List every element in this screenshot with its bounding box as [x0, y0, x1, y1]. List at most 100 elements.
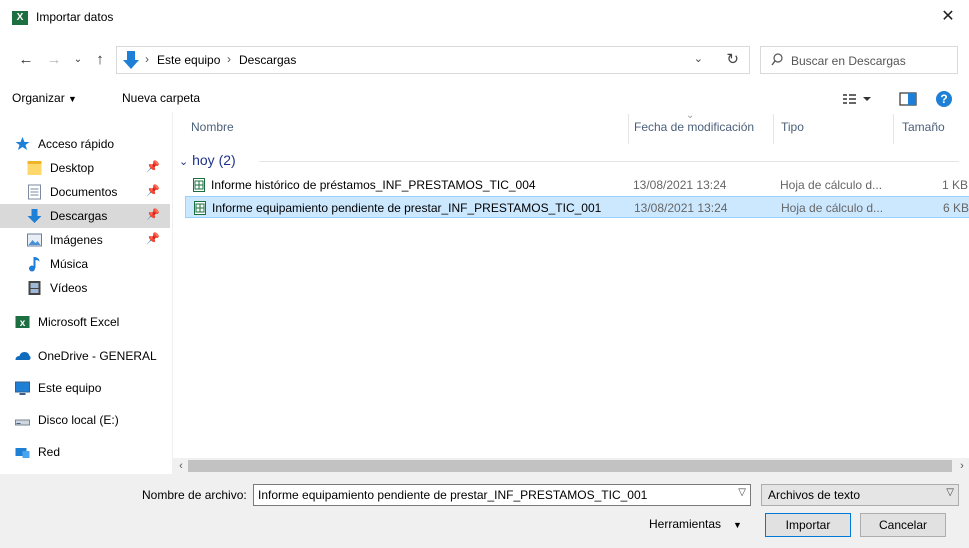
refresh-icon[interactable]: ↻: [726, 50, 739, 68]
sidebar-item-musica[interactable]: Música: [0, 252, 170, 276]
sidebar-item-label: Imágenes: [50, 233, 103, 247]
sidebar-item-onedrive[interactable]: OneDrive - GENERAL: [0, 344, 170, 368]
sidebar-item-desktop[interactable]: Desktop 📌: [0, 156, 170, 180]
scrollbar-thumb[interactable]: [188, 460, 952, 472]
forward-button[interactable]: →: [44, 48, 64, 72]
breadcrumb-este-equipo[interactable]: Este equipo: [157, 53, 220, 67]
file-modified: 13/08/2021 13:24: [634, 201, 728, 215]
recent-locations-button[interactable]: ⌄: [68, 48, 88, 72]
file-name: Informe equipamiento pendiente de presta…: [212, 201, 602, 215]
sidebar-item-label: Microsoft Excel: [38, 315, 120, 329]
onedrive-icon: [15, 352, 31, 360]
view-options: ?: [843, 91, 952, 107]
star-icon: [15, 137, 30, 150]
preview-pane-icon[interactable]: [899, 92, 917, 106]
scroll-left-icon[interactable]: ‹: [174, 458, 188, 474]
address-dropdown-icon[interactable]: ⌄: [694, 52, 703, 65]
svg-text:x: x: [20, 318, 26, 329]
column-header-name[interactable]: Nombre: [191, 120, 234, 134]
command-toolbar: Organizar ▼ Nueva carpeta ?: [0, 84, 969, 114]
folder-icon: [27, 161, 42, 175]
drive-icon: [15, 419, 30, 426]
search-icon: [771, 53, 783, 66]
tools-label: Herramientas: [649, 517, 722, 531]
pin-icon[interactable]: 📌: [146, 184, 160, 197]
filename-label: Nombre de archivo:: [142, 488, 247, 502]
tools-button[interactable]: Herramientas ▼: [649, 517, 742, 531]
close-button[interactable]: ✕: [937, 6, 959, 28]
chevron-down-icon: ⌄: [179, 156, 189, 168]
pin-icon[interactable]: 📌: [146, 232, 160, 245]
navigation-pane: Acceso rápido Desktop 📌 Documentos 📌 Des…: [0, 118, 172, 472]
group-header-hoy[interactable]: ⌄ hoy (2): [179, 152, 236, 168]
address-row: ← → ⌄ ↑ › Este equipo › Descargas ⌄ ↻: [0, 44, 969, 76]
sidebar-item-label: Red: [38, 445, 61, 459]
pictures-icon: [27, 233, 42, 247]
change-view-icon[interactable]: [843, 94, 871, 104]
back-button[interactable]: ←: [16, 48, 36, 72]
downloads-icon: [123, 51, 139, 69]
sidebar-item-descargas[interactable]: Descargas 📌: [0, 204, 170, 228]
column-divider[interactable]: [773, 114, 774, 144]
sidebar-item-label: OneDrive - GENERAL: [38, 349, 157, 363]
sidebar-item-label: Este equipo: [38, 381, 102, 395]
breadcrumb-separator: ›: [145, 52, 149, 66]
filetype-select[interactable]: Archivos de texto ▽: [761, 484, 959, 506]
filetype-value: Archivos de texto: [768, 488, 861, 502]
window-title: Importar datos: [36, 10, 114, 24]
column-header-type[interactable]: Tipo: [781, 120, 804, 134]
sidebar-item-documentos[interactable]: Documentos 📌: [0, 180, 170, 204]
sidebar-item-acceso-rapido[interactable]: Acceso rápido: [0, 132, 170, 156]
pin-icon[interactable]: 📌: [146, 208, 160, 221]
sidebar-item-label: Vídeos: [50, 281, 88, 295]
downloads-icon: [27, 209, 42, 223]
documents-icon: [28, 184, 41, 200]
address-bar[interactable]: › Este equipo › Descargas ⌄ ↻: [116, 46, 750, 74]
excel-icon: x: [15, 316, 30, 329]
sidebar-item-disco-local[interactable]: Disco local (E:): [0, 408, 170, 432]
file-size: 1 KB: [941, 178, 968, 192]
file-row[interactable]: Informe equipamiento pendiente de presta…: [185, 196, 969, 218]
column-divider[interactable]: [628, 114, 629, 144]
music-icon: [29, 257, 40, 272]
chevron-down-icon[interactable]: ▽: [738, 487, 746, 498]
organize-button[interactable]: Organizar ▼: [12, 91, 77, 105]
sidebar-item-label: Disco local (E:): [38, 413, 119, 427]
dialog-footer: Nombre de archivo: ▽ Archivos de texto ▽…: [0, 474, 969, 548]
new-folder-button[interactable]: Nueva carpeta: [122, 91, 200, 105]
search-box[interactable]: [760, 46, 958, 74]
import-button[interactable]: Importar: [765, 513, 851, 537]
sidebar-item-label: Descargas: [50, 209, 108, 223]
sidebar-item-videos[interactable]: Vídeos: [0, 276, 170, 300]
videos-icon: [28, 281, 41, 295]
help-icon[interactable]: ?: [936, 91, 952, 107]
pin-icon[interactable]: 📌: [146, 160, 160, 173]
horizontal-scrollbar[interactable]: ‹ ›: [172, 458, 969, 474]
group-label: hoy (2): [192, 152, 236, 168]
column-divider[interactable]: [893, 114, 894, 144]
excel-app-icon: X: [12, 11, 28, 25]
file-type: Hoja de cálculo d...: [780, 178, 883, 192]
sidebar-item-label: Música: [50, 257, 89, 271]
sidebar-item-label: Documentos: [50, 185, 118, 199]
breadcrumb-descargas[interactable]: Descargas: [239, 53, 296, 67]
scroll-right-icon[interactable]: ›: [955, 458, 969, 474]
search-input[interactable]: [791, 51, 951, 71]
sidebar-item-este-equipo[interactable]: Este equipo: [0, 376, 170, 400]
network-icon: [15, 448, 30, 458]
sidebar-item-imagenes[interactable]: Imágenes 📌: [0, 228, 170, 252]
column-header-size[interactable]: Tamaño: [902, 120, 945, 134]
up-button[interactable]: ↑: [90, 48, 110, 72]
file-row[interactable]: Informe histórico de préstamos_INF_PREST…: [185, 174, 969, 196]
filename-input[interactable]: [258, 487, 728, 503]
chevron-down-icon: ▽: [946, 487, 954, 498]
spreadsheet-file-icon: [194, 201, 206, 215]
sidebar-item-red[interactable]: Red: [0, 440, 170, 464]
sidebar-item-microsoft-excel[interactable]: x Microsoft Excel: [0, 310, 170, 334]
computer-icon: [15, 381, 30, 395]
file-size: 6 KB: [942, 201, 969, 215]
column-header-modified[interactable]: Fecha de modificación: [634, 120, 754, 134]
svg-text:?: ?: [940, 92, 947, 106]
filename-combobox[interactable]: ▽: [253, 484, 751, 506]
cancel-button[interactable]: Cancelar: [860, 513, 946, 537]
